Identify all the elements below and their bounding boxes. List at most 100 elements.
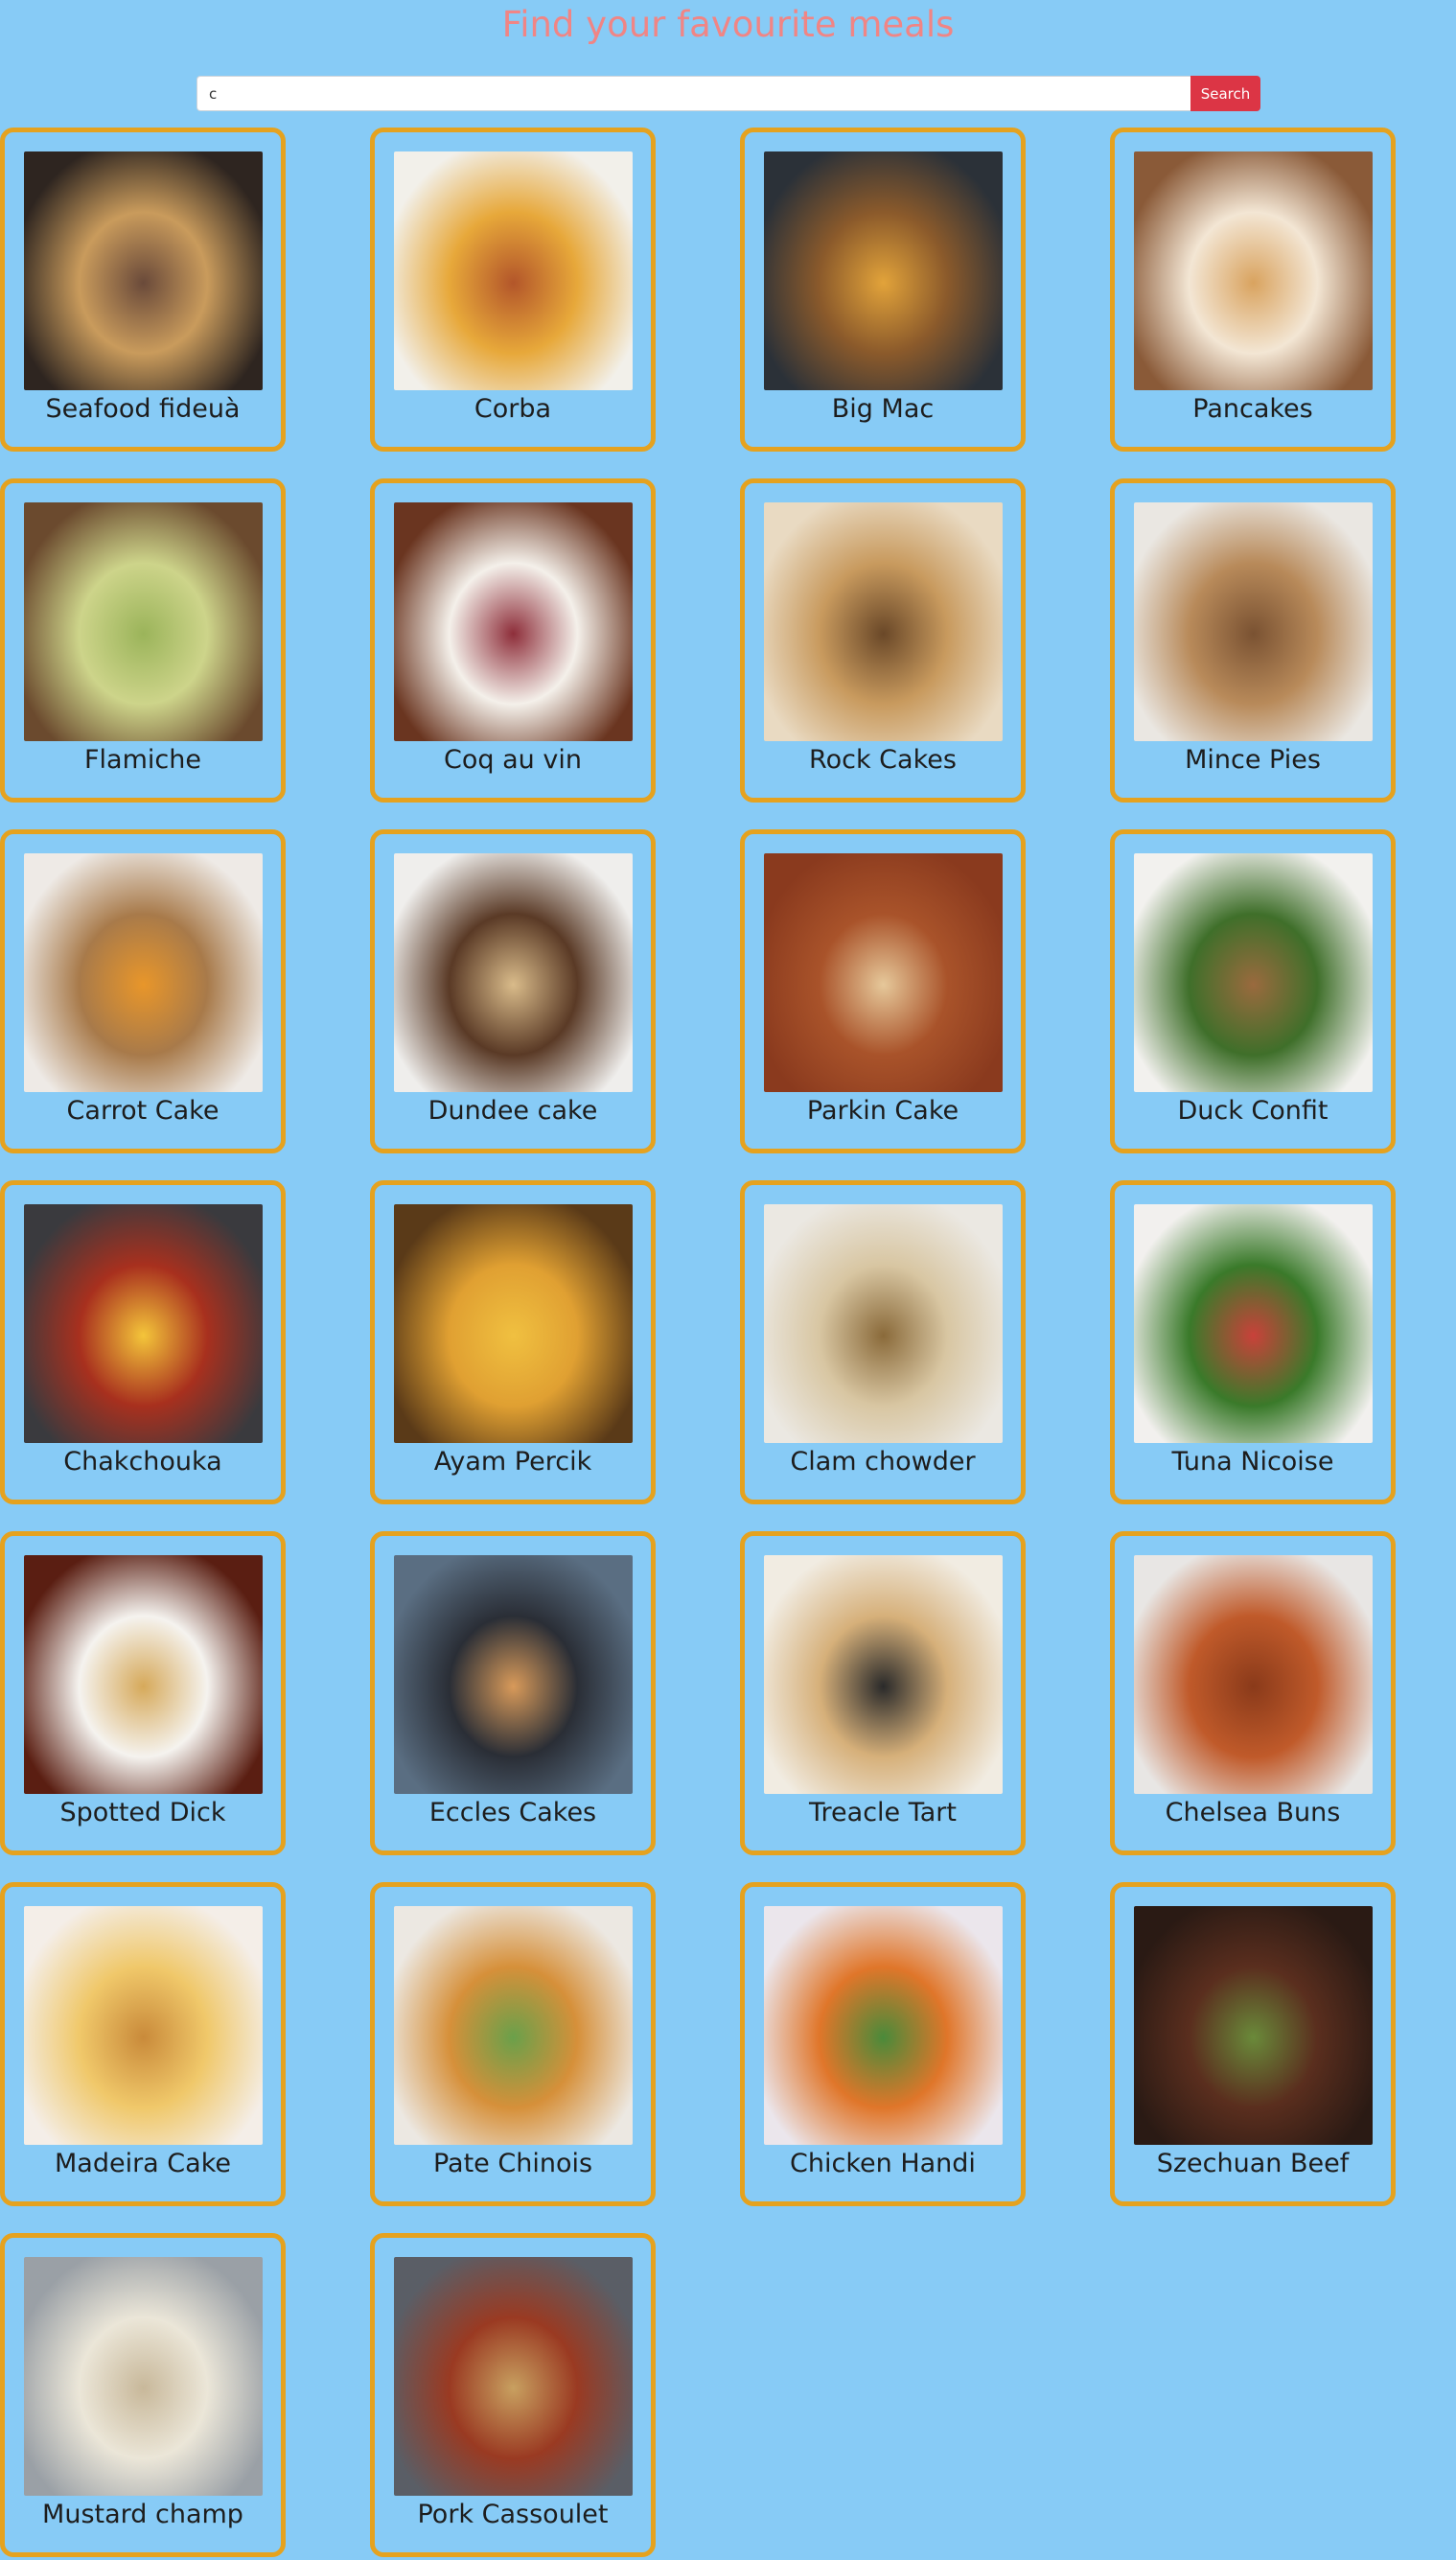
meal-name: Flamiche <box>84 745 201 775</box>
meal-name: Mince Pies <box>1185 745 1321 775</box>
meal-name: Pancakes <box>1192 394 1313 424</box>
meal-image-pattern <box>24 2257 263 2496</box>
meal-image <box>394 151 633 390</box>
meal-image <box>24 2257 263 2496</box>
meal-image-pattern <box>394 1204 633 1443</box>
meal-image-pattern <box>394 853 633 1092</box>
meal-image <box>764 151 1003 390</box>
meal-card[interactable]: Carrot Cake <box>0 829 286 1153</box>
meal-image <box>764 853 1003 1092</box>
meal-name: Spotted Dick <box>59 1798 226 1827</box>
meal-name: Pate Chinois <box>432 2149 593 2178</box>
meal-card[interactable]: Tuna Nicoise <box>1110 1180 1396 1504</box>
meal-card[interactable]: Big Mac <box>740 128 1026 452</box>
meal-image <box>394 1906 633 2145</box>
meal-image <box>394 2257 633 2496</box>
meal-image-pattern <box>24 1204 263 1443</box>
meal-card[interactable]: Pork Cassoulet <box>370 2233 656 2557</box>
meal-image-pattern <box>764 1906 1003 2145</box>
meal-card[interactable]: Clam chowder <box>740 1180 1026 1504</box>
meal-image-pattern <box>24 151 263 390</box>
meal-card[interactable]: Pancakes <box>1110 128 1396 452</box>
meal-image-pattern <box>1134 151 1373 390</box>
meal-name: Mustard champ <box>42 2500 243 2529</box>
meal-image-pattern <box>394 1906 633 2145</box>
meal-card[interactable]: Rock Cakes <box>740 478 1026 803</box>
meal-name: Corba <box>474 394 552 424</box>
search-bar: Search <box>196 76 1260 111</box>
meal-name: Coq au vin <box>444 745 582 775</box>
meal-card[interactable]: Madeira Cake <box>0 1882 286 2206</box>
meal-image <box>1134 853 1373 1092</box>
meal-name: Treacle Tart <box>809 1798 957 1827</box>
meal-image <box>394 502 633 741</box>
search-button[interactable]: Search <box>1190 76 1260 111</box>
meal-image-pattern <box>764 1204 1003 1443</box>
meal-image <box>764 1906 1003 2145</box>
meal-image <box>1134 1204 1373 1443</box>
meal-name: Big Mac <box>831 394 935 424</box>
meal-name: Eccles Cakes <box>428 1798 597 1827</box>
meal-name: Chakchouka <box>63 1447 222 1477</box>
meal-card[interactable]: Coq au vin <box>370 478 656 803</box>
meal-card[interactable]: Treacle Tart <box>740 1531 1026 1855</box>
meal-image-pattern <box>764 1555 1003 1794</box>
meal-image <box>1134 1555 1373 1794</box>
search-input[interactable] <box>196 76 1190 111</box>
meal-name: Parkin Cake <box>806 1096 959 1126</box>
meal-image <box>764 1204 1003 1443</box>
meal-image-pattern <box>394 502 633 741</box>
meal-image <box>1134 1906 1373 2145</box>
meal-card[interactable]: Dundee cake <box>370 829 656 1153</box>
meal-card[interactable]: Flamiche <box>0 478 286 803</box>
meal-card[interactable]: Spotted Dick <box>0 1531 286 1855</box>
meal-name: Ayam Percik <box>433 1447 592 1477</box>
meal-image <box>394 853 633 1092</box>
meal-card[interactable]: Seafood fideuà <box>0 128 286 452</box>
meal-image-pattern <box>764 151 1003 390</box>
meal-image <box>1134 151 1373 390</box>
meal-name: Chicken Handi <box>790 2149 976 2178</box>
meal-name: Carrot Cake <box>66 1096 220 1126</box>
meal-name: Duck Confit <box>1177 1096 1329 1126</box>
meal-name: Dundee cake <box>428 1096 598 1126</box>
meal-image <box>764 1555 1003 1794</box>
meal-image-pattern <box>1134 502 1373 741</box>
meal-image <box>24 1204 263 1443</box>
meal-card[interactable]: Parkin Cake <box>740 829 1026 1153</box>
meal-card[interactable]: Pate Chinois <box>370 1882 656 2206</box>
meal-image <box>24 151 263 390</box>
meal-image-pattern <box>24 1555 263 1794</box>
meal-name: Tuna Nicoise <box>1171 1447 1334 1477</box>
meal-image-pattern <box>24 502 263 741</box>
meal-image <box>24 502 263 741</box>
meal-card[interactable]: Duck Confit <box>1110 829 1396 1153</box>
meal-name: Pork Cassoulet <box>417 2500 609 2529</box>
meal-image-pattern <box>1134 1906 1373 2145</box>
meal-card[interactable]: Chicken Handi <box>740 1882 1026 2206</box>
meal-card[interactable]: Corba <box>370 128 656 452</box>
meal-image <box>24 1555 263 1794</box>
meal-card[interactable]: Mustard champ <box>0 2233 286 2557</box>
meal-image-pattern <box>394 151 633 390</box>
meal-image <box>394 1204 633 1443</box>
meal-image-pattern <box>764 853 1003 1092</box>
meal-image <box>394 1555 633 1794</box>
meal-card[interactable]: Chelsea Buns <box>1110 1531 1396 1855</box>
meal-card[interactable]: Szechuan Beef <box>1110 1882 1396 2206</box>
meal-card[interactable]: Ayam Percik <box>370 1180 656 1504</box>
meal-card[interactable]: Eccles Cakes <box>370 1531 656 1855</box>
meal-card[interactable]: Chakchouka <box>0 1180 286 1504</box>
meal-card[interactable]: Mince Pies <box>1110 478 1396 803</box>
meal-image-pattern <box>764 502 1003 741</box>
meal-name: Szechuan Beef <box>1156 2149 1350 2178</box>
meal-image-pattern <box>24 853 263 1092</box>
meal-image <box>24 853 263 1092</box>
meal-image <box>24 1906 263 2145</box>
meal-image-pattern <box>1134 1204 1373 1443</box>
meal-image <box>1134 502 1373 741</box>
meal-image-pattern <box>394 2257 633 2496</box>
meal-name: Clam chowder <box>790 1447 976 1477</box>
meal-name: Seafood fideuà <box>45 394 241 424</box>
meal-image <box>764 502 1003 741</box>
